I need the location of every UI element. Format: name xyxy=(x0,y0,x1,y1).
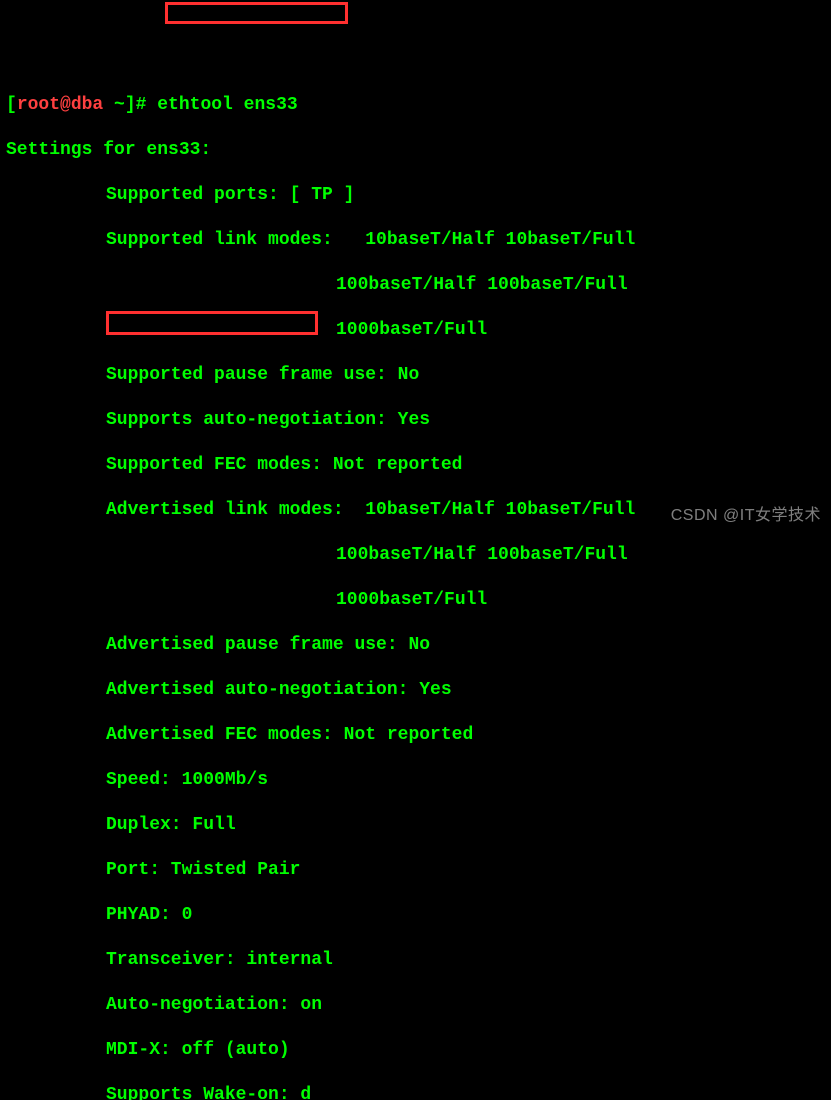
port: Port: Twisted Pair xyxy=(6,859,825,882)
watermark: CSDN @IT女学技术 xyxy=(671,506,821,526)
adv-mode-3: 1000baseT/Full xyxy=(6,589,825,612)
duplex: Duplex: Full xyxy=(6,814,825,837)
supported-fec: Supported FEC modes: Not reported xyxy=(6,454,825,477)
adv-mode-2: 100baseT/Half 100baseT/Full xyxy=(6,544,825,567)
advertised-pause: Advertised pause frame use: No xyxy=(6,634,825,657)
settings-header: Settings for ens33: xyxy=(6,139,825,162)
mode-3: 1000baseT/Full xyxy=(6,319,825,342)
transceiver: Transceiver: internal xyxy=(6,949,825,972)
command-text[interactable]: ethtool ens33 xyxy=(157,95,297,115)
path: ~ xyxy=(103,95,125,115)
mode-1: 10baseT/Half 10baseT/Full xyxy=(365,230,635,250)
supported-pause: Supported pause frame use: No xyxy=(6,364,825,387)
adv-mode-1: 10baseT/Half 10baseT/Full xyxy=(365,500,635,520)
advertised-link-label: Advertised link modes: xyxy=(106,500,365,520)
supported-link-label: Supported link modes: xyxy=(106,230,365,250)
bracket-close: ]# xyxy=(125,95,157,115)
prompt-line: [root@dba ~]# ethtool ens33 xyxy=(6,94,825,117)
user-host: root@dba xyxy=(17,95,103,115)
highlight-command xyxy=(165,2,348,24)
advertised-autoneg: Advertised auto-negotiation: Yes xyxy=(6,679,825,702)
supported-ports: Supported ports: [ TP ] xyxy=(6,184,825,207)
phyad: PHYAD: 0 xyxy=(6,904,825,927)
bracket: [ xyxy=(6,95,17,115)
supports-wake: Supports Wake-on: d xyxy=(6,1084,825,1100)
supports-autoneg: Supports auto-negotiation: Yes xyxy=(6,409,825,432)
speed-line: Speed: 1000Mb/s xyxy=(6,769,825,792)
mdix: MDI-X: off (auto) xyxy=(6,1039,825,1062)
autoneg: Auto-negotiation: on xyxy=(6,994,825,1017)
advertised-fec: Advertised FEC modes: Not reported xyxy=(6,724,825,747)
supported-link-modes-line: Supported link modes: 10baseT/Half 10bas… xyxy=(6,229,825,252)
mode-2: 100baseT/Half 100baseT/Full xyxy=(6,274,825,297)
